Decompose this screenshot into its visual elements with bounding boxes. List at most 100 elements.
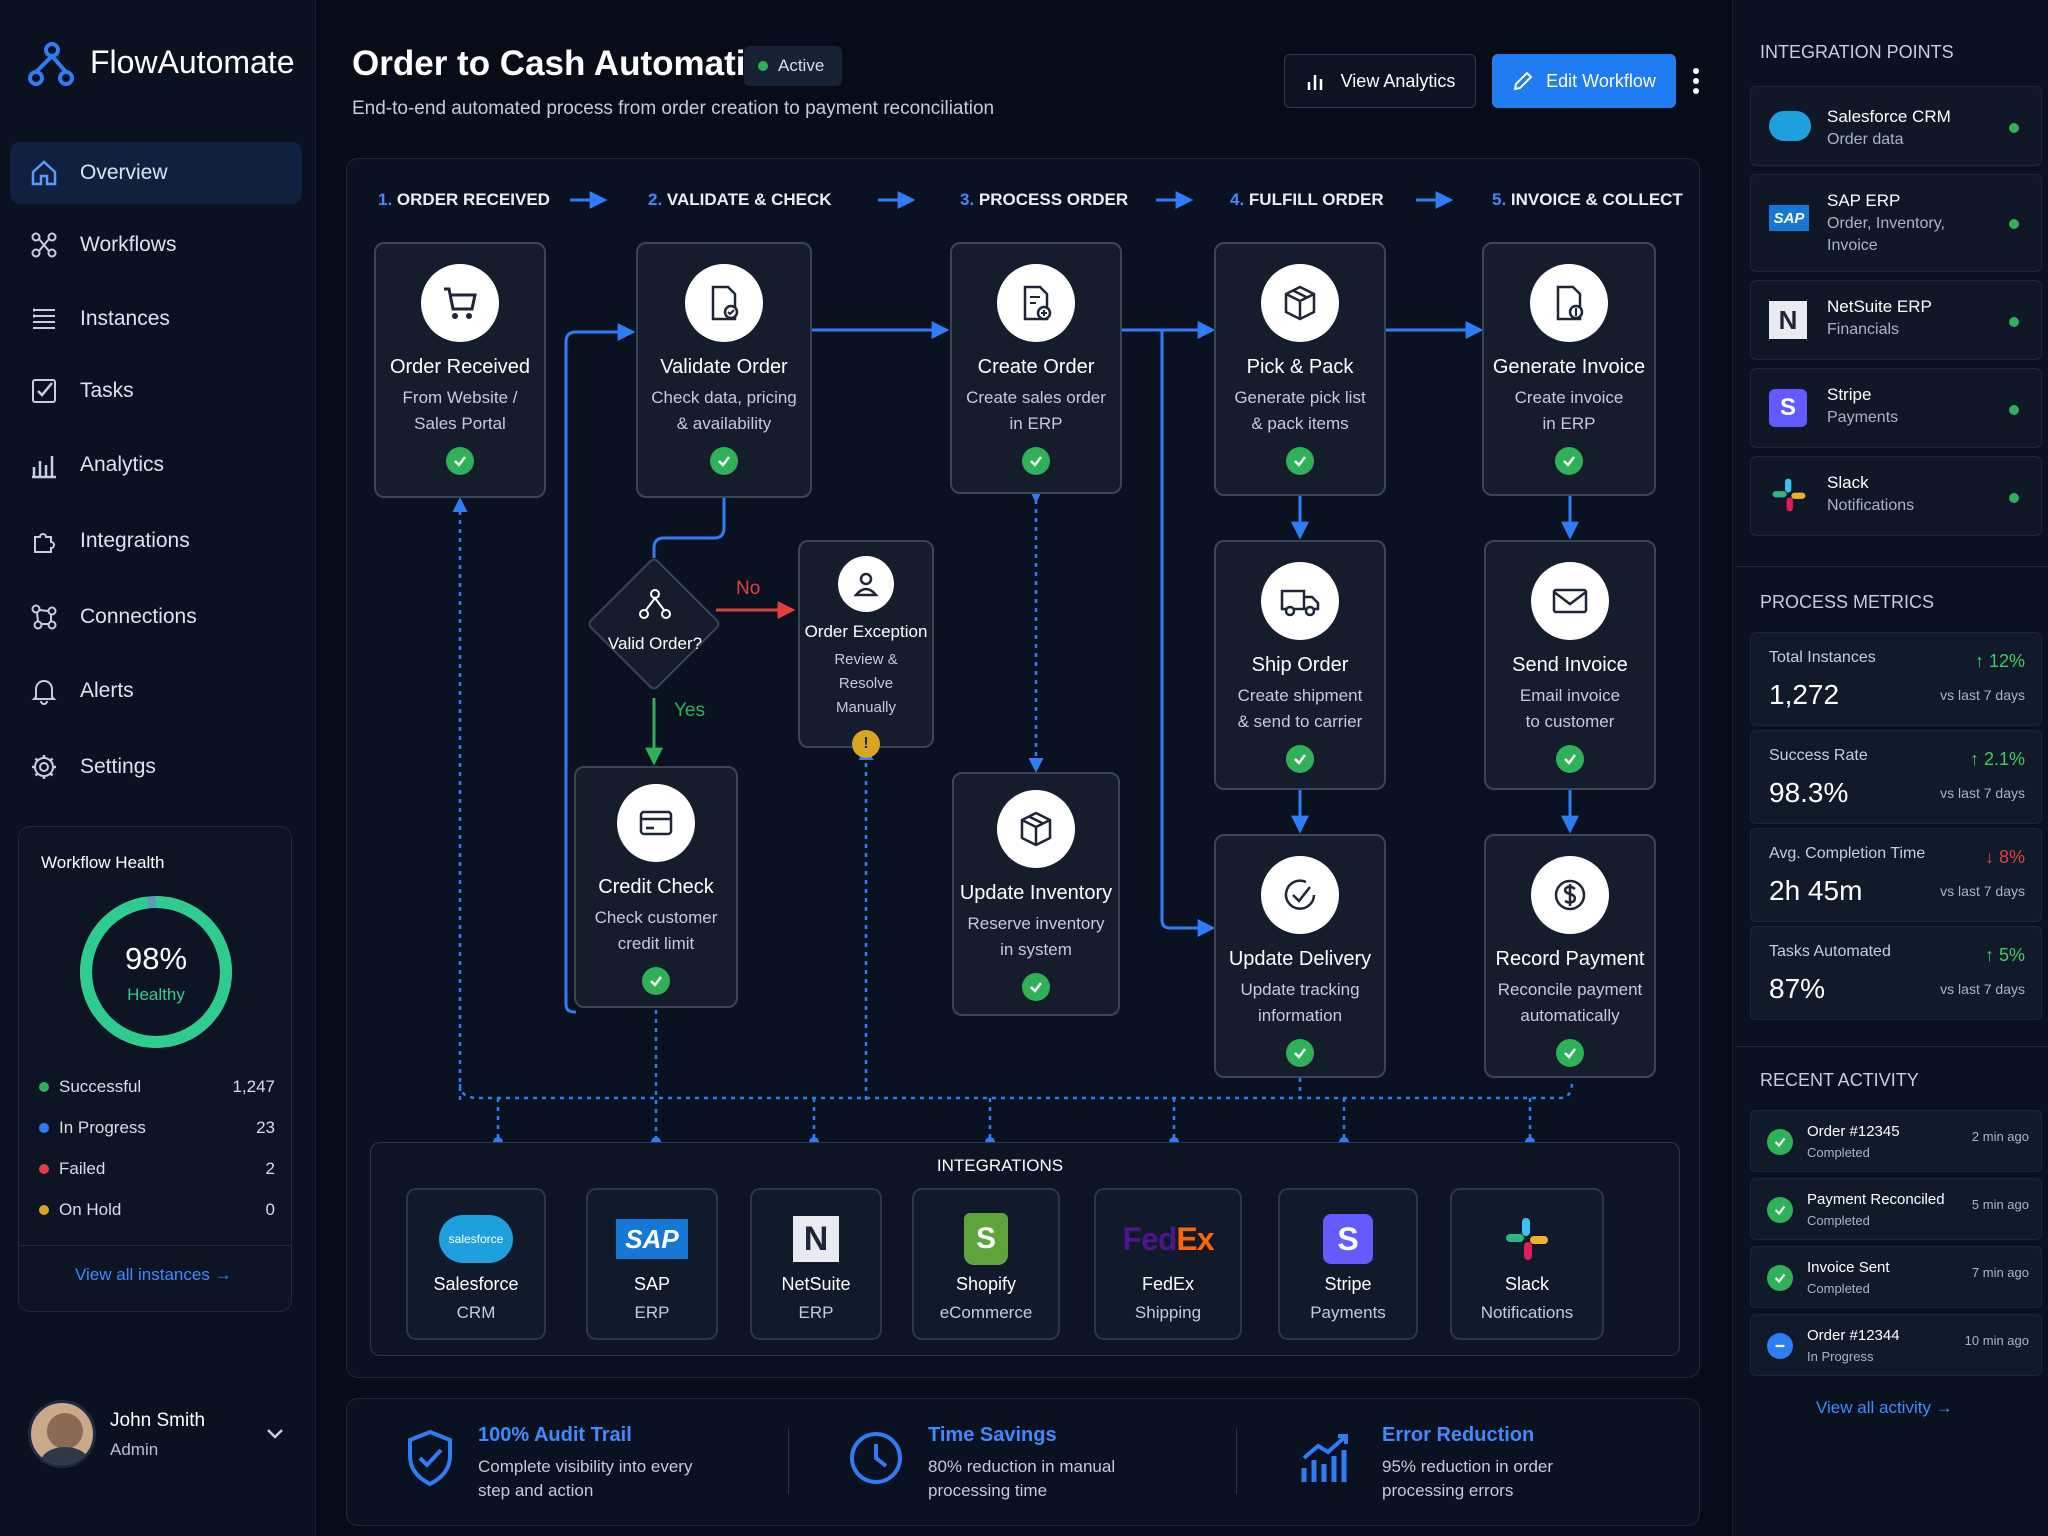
status-dot: [2009, 405, 2019, 415]
activity-item[interactable]: Payment Reconciled Completed 5 min ago: [1750, 1178, 2042, 1240]
document-add-icon: [997, 264, 1075, 342]
integration-point-desc: Order data: [1827, 131, 1904, 148]
activity-status: In Progress: [1807, 1349, 1874, 1364]
benefit-description: processing time: [928, 1481, 1048, 1500]
benefit-title: Error Reduction: [1382, 1424, 1535, 1446]
activity-item[interactable]: Invoice Sent Completed 7 min ago: [1750, 1246, 2042, 1308]
node-update-inventory[interactable]: Update Inventory Reserve inventory in sy…: [952, 772, 1120, 1016]
check-icon: [1767, 1265, 1793, 1291]
process-metrics-title: PROCESS METRICS: [1760, 592, 1935, 612]
activity-time: 10 min ago: [1964, 1333, 2029, 1348]
decision-no-label: No: [736, 578, 761, 599]
integration-salesforce[interactable]: salesforce Salesforce CRM: [406, 1188, 546, 1340]
node-order-exception[interactable]: Order Exception Review & Resolve Manuall…: [798, 540, 934, 758]
metric-subtext: vs last 7 days: [1940, 981, 2025, 997]
divider: [788, 1428, 789, 1494]
benefit-title: 100% Audit Trail: [478, 1424, 632, 1446]
node-title: Order Received: [389, 356, 531, 378]
node-title: Validate Order: [660, 356, 788, 378]
integration-point-stripe[interactable]: S Stripe Payments: [1750, 368, 2042, 448]
integration-points-title: INTEGRATION POINTS: [1760, 42, 1954, 62]
integration-point-name: NetSuite ERP: [1827, 297, 1932, 316]
metric-value: 2h 45m: [1769, 875, 1863, 906]
check-icon: [1286, 447, 1314, 475]
node-send-invoice[interactable]: Send Invoice Email invoice to customer: [1484, 540, 1656, 790]
salesforce-icon: [1769, 111, 1811, 141]
node-description: & send to carrier: [1237, 712, 1363, 731]
benefit-description: Complete visibility into every: [478, 1457, 693, 1476]
integration-type: ERP: [798, 1303, 834, 1322]
integration-name: NetSuite: [781, 1274, 851, 1294]
integration-point-slack[interactable]: Slack Notifications: [1750, 456, 2042, 536]
node-description: in system: [1000, 940, 1072, 959]
integration-name: FedEx: [1141, 1274, 1195, 1294]
integration-name: Shopify: [955, 1274, 1017, 1294]
node-title: Ship Order: [1251, 654, 1349, 676]
activity-title: Invoice Sent: [1807, 1259, 1890, 1276]
check-icon: [710, 447, 738, 475]
metric-subtext: vs last 7 days: [1940, 785, 2025, 801]
check-icon: [1767, 1129, 1793, 1155]
user-icon: [838, 556, 894, 612]
integration-slack[interactable]: Slack Notifications: [1450, 1188, 1604, 1340]
check-icon: [1022, 447, 1050, 475]
integration-name: SAP: [633, 1274, 671, 1294]
integration-name: Slack: [1504, 1274, 1549, 1294]
node-record-payment[interactable]: Record Payment Reconcile payment automat…: [1484, 834, 1656, 1078]
integration-sap[interactable]: SAP SAP ERP: [586, 1188, 718, 1340]
node-credit-check[interactable]: Credit Check Check customer credit limit: [574, 766, 738, 1008]
integration-shopify[interactable]: S Shopify eCommerce: [912, 1188, 1060, 1340]
view-all-activity-link[interactable]: View all activity →: [1816, 1398, 1953, 1418]
integrations-title: INTEGRATIONS: [936, 1156, 1064, 1175]
node-description: Check data, pricing: [651, 388, 797, 407]
node-title: Create Order: [977, 356, 1095, 378]
node-description: From Website /: [402, 388, 518, 407]
shield-check-icon: [404, 1428, 456, 1488]
node-description: Sales Portal: [414, 414, 506, 433]
sap-logo: SAP: [616, 1219, 688, 1259]
trend-up-icon: [1300, 1430, 1354, 1486]
integration-point-desc: Order, Inventory,: [1827, 215, 1945, 232]
box-icon: [997, 790, 1075, 868]
activity-item[interactable]: Order #12345 Completed 2 min ago: [1750, 1110, 2042, 1172]
activity-item[interactable]: Order #12344 In Progress 10 min ago: [1750, 1314, 2042, 1376]
activity-status: Completed: [1807, 1281, 1870, 1296]
node-create-order[interactable]: Create Order Create sales order in ERP: [950, 242, 1122, 494]
integration-point-name: Slack: [1827, 473, 1869, 492]
node-validate-order[interactable]: Validate Order Check data, pricing & ava…: [636, 242, 812, 498]
integration-type: Notifications: [1480, 1303, 1574, 1322]
status-dot: [2009, 219, 2019, 229]
node-pick-pack[interactable]: Pick & Pack Generate pick list & pack it…: [1214, 242, 1386, 496]
integration-fedex[interactable]: FedEx FedEx Shipping: [1094, 1188, 1242, 1340]
check-icon: [1022, 973, 1050, 1001]
activity-title: Order #12344: [1807, 1327, 1900, 1344]
integration-netsuite[interactable]: N NetSuite ERP: [750, 1188, 882, 1340]
node-description: & availability: [676, 414, 772, 433]
node-generate-invoice[interactable]: Generate Invoice Create invoice in ERP: [1482, 242, 1656, 496]
arrow-right-icon: →: [1935, 1398, 1953, 1417]
integration-point-netsuite[interactable]: N NetSuite ERP Financials: [1750, 280, 2042, 360]
metric-subtext: vs last 7 days: [1940, 687, 2025, 703]
metric-change: ↑ 12%: [1974, 651, 2025, 671]
node-update-delivery[interactable]: Update Delivery Update tracking informat…: [1214, 834, 1386, 1078]
check-icon: [1767, 1197, 1793, 1223]
node-description: Create invoice: [1514, 388, 1624, 407]
integration-name: Stripe: [1324, 1274, 1372, 1294]
integration-point-salesforce[interactable]: Salesforce CRM Order data: [1750, 86, 2042, 166]
node-description: Reconcile payment: [1497, 980, 1643, 999]
node-title: Record Payment: [1495, 948, 1645, 970]
node-order-received[interactable]: Order Received From Website / Sales Port…: [374, 242, 546, 498]
node-title: Order Exception: [804, 622, 928, 641]
integration-point-desc: Invoice: [1827, 237, 1878, 254]
node-title: Update Delivery: [1228, 948, 1372, 970]
metric-label: Total Instances: [1769, 649, 1876, 666]
check-icon: [1555, 447, 1583, 475]
integration-stripe[interactable]: S Stripe Payments: [1278, 1188, 1418, 1340]
sap-icon: SAP: [1769, 205, 1809, 231]
in-progress-icon: [1767, 1333, 1793, 1359]
integration-point-sap[interactable]: SAP SAP ERP Order, Inventory, Invoice: [1750, 174, 2042, 272]
node-ship-order[interactable]: Ship Order Create shipment & send to car…: [1214, 540, 1386, 790]
node-title: Generate Invoice: [1492, 356, 1646, 378]
check-icon: [446, 447, 474, 475]
metric-value: 98.3%: [1769, 777, 1849, 808]
